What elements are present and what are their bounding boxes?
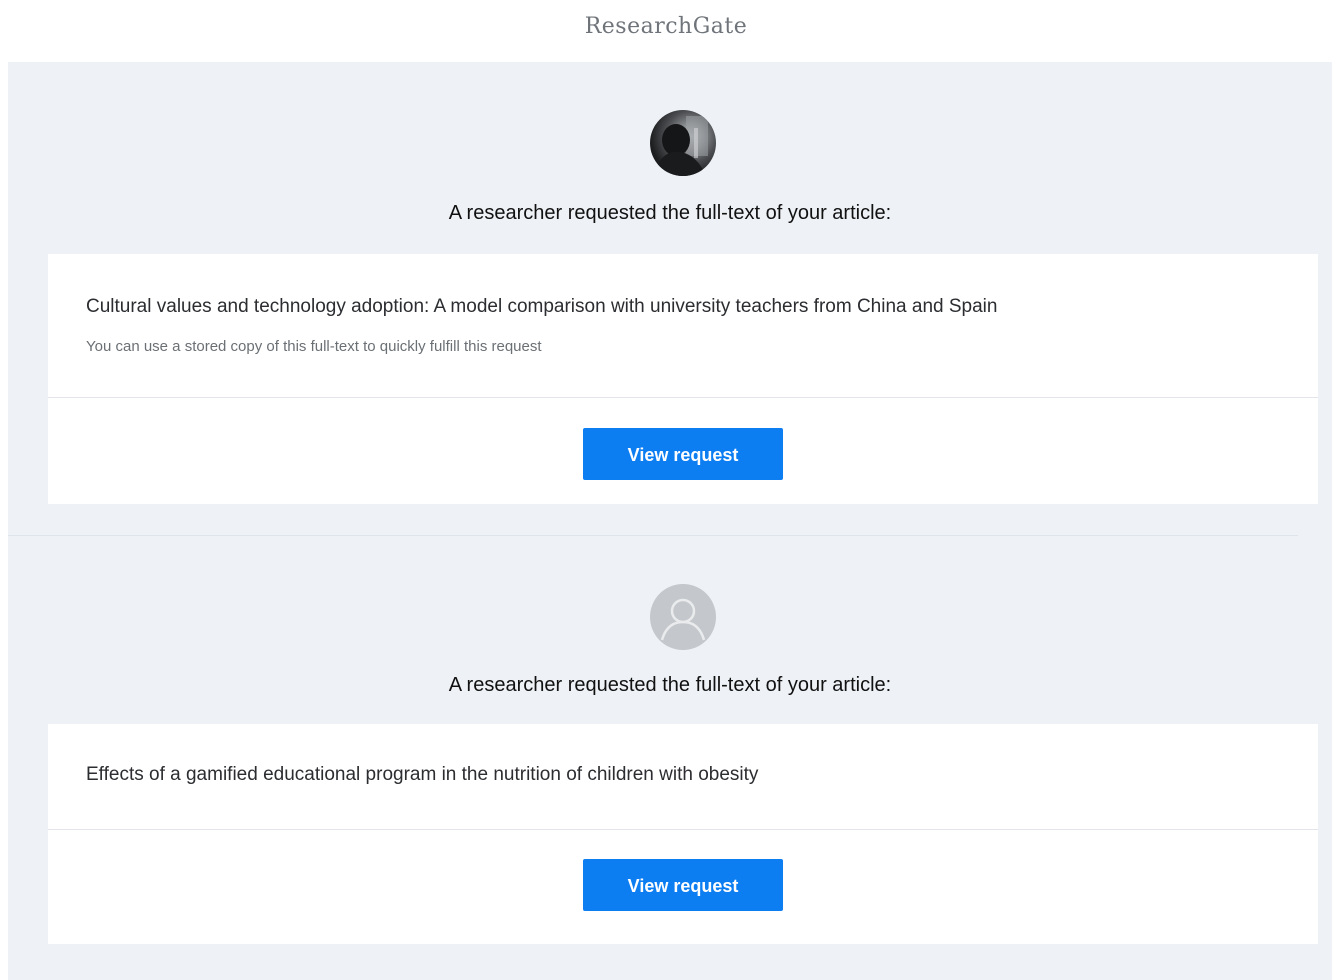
request-headline: A researcher requested the full-text of … (448, 202, 892, 224)
article-card-body: Cultural values and technology adoption:… (48, 254, 1318, 396)
stored-copy-note: You can use a stored copy of this full-t… (86, 338, 542, 355)
request-headline: A researcher requested the full-text of … (448, 674, 892, 696)
email-content: A researcher requested the full-text of … (8, 62, 1332, 980)
card-divider (48, 397, 1318, 398)
researcher-avatar (650, 110, 716, 176)
view-request-button[interactable]: View request (583, 428, 783, 480)
article-card: Cultural values and technology adoption:… (48, 254, 1318, 504)
researchgate-logo[interactable]: ResearchGate (0, 14, 1332, 39)
card-divider (48, 829, 1318, 830)
article-card-body: Effects of a gamified educational progra… (48, 724, 1318, 828)
email-header: ResearchGate (0, 0, 1332, 62)
article-card: Effects of a gamified educational progra… (48, 724, 1318, 944)
article-title[interactable]: Cultural values and technology adoption:… (86, 296, 997, 318)
researcher-avatar (650, 584, 716, 650)
request-section: A researcher requested the full-text of … (8, 536, 1332, 980)
view-request-button[interactable]: View request (583, 859, 783, 911)
user-photo-avatar-icon (654, 116, 708, 176)
article-title[interactable]: Effects of a gamified educational progra… (86, 764, 758, 786)
request-section: A researcher requested the full-text of … (8, 62, 1332, 535)
email-page: ResearchGate A researcher requested the … (0, 0, 1332, 980)
default-user-icon (660, 598, 706, 641)
